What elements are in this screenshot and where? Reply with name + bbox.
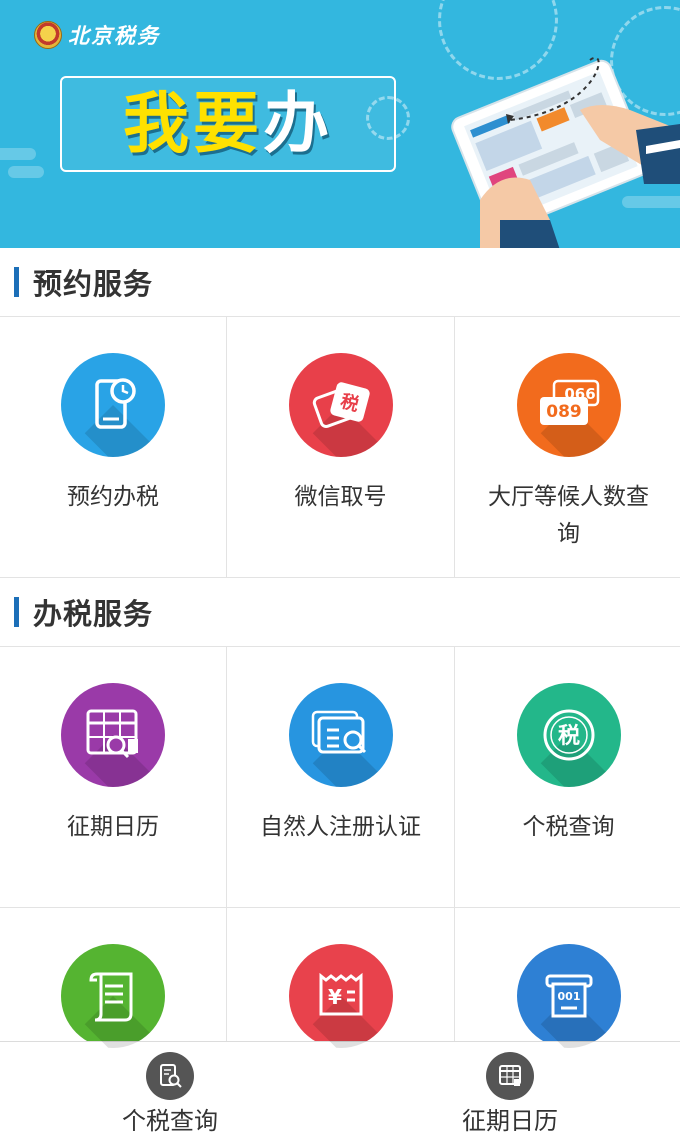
banner-title-part1: 我要 xyxy=(123,85,263,162)
section-title: 办税服务 xyxy=(33,597,154,631)
service-label: 自然人注册认证 xyxy=(260,814,421,840)
svg-text:¥: ¥ xyxy=(328,985,342,1009)
banner-title: 我要办 xyxy=(123,91,333,157)
banner: 北京税务 我要办 xyxy=(0,0,680,248)
tablet-hands-illustration xyxy=(440,50,680,248)
id-card-search-icon xyxy=(288,683,393,787)
bottom-tab-bar: 个税查询 征期日历 xyxy=(0,1041,680,1142)
tax-bureau-logo: 北京税务 xyxy=(34,20,160,50)
search-document-icon xyxy=(146,1052,194,1100)
banner-title-box: 我要办 xyxy=(60,76,396,172)
decor-cloud xyxy=(0,148,36,160)
calendar-search-icon xyxy=(61,683,165,787)
national-emblem-icon xyxy=(34,21,62,49)
decor-cloud xyxy=(8,166,44,178)
section-title: 预约服务 xyxy=(33,267,154,301)
service-item-wechat-ticket[interactable]: 税 微信取号 xyxy=(227,317,454,577)
service-label: 大厅等候人数查询 xyxy=(488,484,649,547)
calendar-icon xyxy=(486,1052,534,1100)
scroll-document-icon xyxy=(61,944,165,1048)
appointment-grid: 预约办税 税 微信取号 066 089 大厅等候人数查询 xyxy=(0,316,680,578)
svg-text:089: 089 xyxy=(546,402,582,422)
wechat-ticket-icon: 税 xyxy=(288,353,393,457)
tab-label: 征期日历 xyxy=(462,1107,558,1135)
service-item-hall-queue[interactable]: 066 089 大厅等候人数查询 xyxy=(455,317,680,577)
svg-text:税: 税 xyxy=(557,723,579,749)
queue-number-icon: 066 089 xyxy=(516,353,621,457)
tab-personal-tax-query[interactable]: 个税查询 xyxy=(0,1042,340,1142)
section-header-appointment: 预约服务 xyxy=(0,248,680,316)
section-accent-bar xyxy=(14,597,19,627)
receipt-yuan-icon: ¥ xyxy=(288,944,393,1048)
section-accent-bar xyxy=(14,267,19,297)
service-item-person-register[interactable]: 自然人注册认证 xyxy=(227,647,454,907)
svg-text:001: 001 xyxy=(557,990,580,1003)
tax-seal-icon: 税 xyxy=(516,683,621,787)
service-label: 征期日历 xyxy=(67,814,159,840)
service-item-appointment-tax[interactable]: 预约办税 xyxy=(0,317,226,577)
banner-title-part2: 办 xyxy=(263,85,333,162)
service-label: 预约办税 xyxy=(67,484,159,510)
tab-label: 个税查询 xyxy=(122,1107,218,1135)
section-header-tax-service: 办税服务 xyxy=(0,578,680,646)
service-label: 个税查询 xyxy=(522,814,615,840)
service-label: 微信取号 xyxy=(294,484,387,510)
service-item-personal-tax-query[interactable]: 税 个税查询 xyxy=(455,647,680,907)
tab-tax-calendar[interactable]: 征期日历 xyxy=(340,1042,680,1142)
service-item-tax-calendar[interactable]: 征期日历 xyxy=(0,647,226,907)
queue-ticket-icon: 001 xyxy=(516,944,621,1048)
logo-text: 北京税务 xyxy=(68,23,160,48)
phone-clock-icon xyxy=(61,353,165,457)
